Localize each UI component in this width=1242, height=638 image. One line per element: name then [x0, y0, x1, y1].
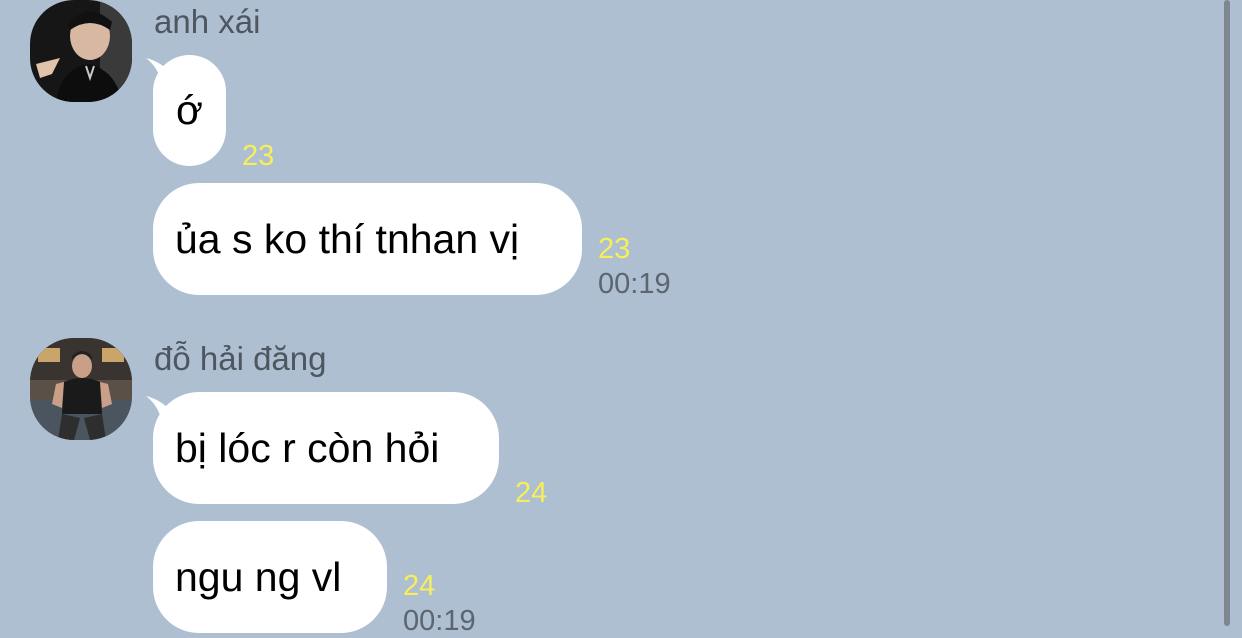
- chat-message-list[interactable]: anh xái ớ 23 ủa s ko thí tnhan vị 23 00:…: [0, 0, 1242, 638]
- message-text: ngu ng vl: [175, 553, 342, 600]
- sender-name: anh xái: [154, 3, 261, 40]
- avatar-photo-icon: [30, 338, 132, 440]
- message-meta: 24 00:19: [403, 572, 476, 636]
- message-time: 00:19: [598, 268, 671, 300]
- message-text: ớ: [176, 87, 203, 133]
- sender-name: đỗ hải đăng: [154, 340, 327, 377]
- message-text: bị lóc r còn hỏi: [175, 424, 440, 471]
- avatar[interactable]: [30, 0, 132, 102]
- message-bubble[interactable]: bị lóc r còn hỏi: [153, 392, 499, 504]
- message-time: 00:19: [403, 605, 476, 637]
- avatar[interactable]: [30, 338, 132, 440]
- unread-count: 23: [242, 140, 275, 172]
- message-bubble[interactable]: ngu ng vl: [153, 521, 387, 633]
- avatar-photo-icon: [30, 0, 132, 102]
- message-meta: 23 00:19: [598, 235, 671, 299]
- message-meta: 23: [242, 142, 274, 171]
- message-text: ủa s ko thí tnhan vị: [175, 215, 520, 262]
- message-bubble[interactable]: ớ: [153, 55, 226, 166]
- message-bubble[interactable]: ủa s ko thí tnhan vị: [153, 183, 582, 295]
- scrollbar[interactable]: [1224, 0, 1230, 626]
- unread-count: 24: [515, 477, 548, 509]
- unread-count: 24: [403, 570, 436, 602]
- message-meta: 24: [515, 479, 547, 508]
- unread-count: 23: [598, 233, 631, 265]
